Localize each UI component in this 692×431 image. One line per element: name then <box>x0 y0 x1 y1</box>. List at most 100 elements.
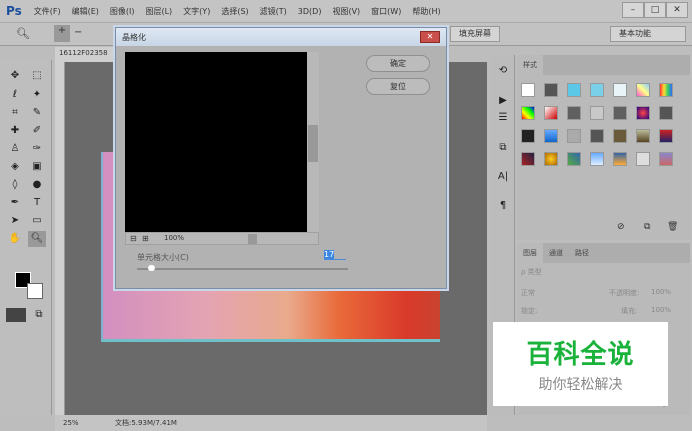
fill-screen-button[interactable]: 填充屏幕 <box>450 26 500 42</box>
style-swatch[interactable] <box>636 106 650 120</box>
tab-paths[interactable]: 路径 <box>569 243 595 263</box>
menu-layer[interactable]: 图层(L) <box>145 6 172 17</box>
gradient-tool-icon[interactable]: ▣ <box>28 159 46 175</box>
style-swatch[interactable] <box>636 129 650 143</box>
style-swatch[interactable] <box>521 83 535 97</box>
zoom-in-preview-icon[interactable]: ⊞ <box>142 234 149 243</box>
layer-filter-select[interactable]: ρ 类型 <box>521 268 542 276</box>
minimize-button[interactable]: – <box>622 2 644 18</box>
style-swatch[interactable] <box>590 106 604 120</box>
tab-channels[interactable]: 通道 <box>543 243 569 263</box>
menu-edit[interactable]: 编辑(E) <box>72 6 99 17</box>
style-swatch[interactable] <box>613 106 627 120</box>
style-swatch[interactable] <box>567 129 581 143</box>
history-icon[interactable]: ⟲ <box>496 65 510 76</box>
background-color[interactable] <box>27 283 43 299</box>
cell-size-input[interactable]: 17 <box>324 250 346 260</box>
menu-image[interactable]: 图像(I) <box>110 6 135 17</box>
shape-tool-icon[interactable]: ▭ <box>28 213 46 229</box>
doc-info[interactable]: 文档:5.93M/7.41M <box>115 418 177 428</box>
healing-brush-icon[interactable]: ✚ <box>6 123 24 139</box>
style-swatch[interactable] <box>590 83 604 97</box>
zoom-tool-icon[interactable]: 🔍︎ <box>16 27 30 40</box>
eyedropper-icon[interactable]: ✎ <box>28 105 46 121</box>
clone-source-icon[interactable]: ⧉ <box>496 142 510 153</box>
cell-size-slider[interactable] <box>137 265 348 271</box>
paragraph-icon[interactable]: ¶ <box>496 200 510 211</box>
brush-tool-icon[interactable]: ✐ <box>28 123 46 139</box>
magic-wand-icon[interactable]: ✦ <box>28 87 46 103</box>
marquee-tool-icon[interactable]: ⬚ <box>28 68 46 84</box>
preview-vertical-scrollbar[interactable] <box>307 52 319 232</box>
new-style-icon[interactable]: ⧉ <box>644 222 650 232</box>
quick-mask-icon[interactable] <box>6 308 26 322</box>
style-swatch[interactable] <box>659 83 673 97</box>
style-swatch[interactable] <box>659 106 673 120</box>
lasso-tool-icon[interactable]: ℓ <box>6 87 24 103</box>
menu-window[interactable]: 窗口(W) <box>371 6 401 17</box>
properties-icon[interactable]: ☰ <box>496 112 510 123</box>
style-swatch[interactable] <box>544 152 558 166</box>
reset-button[interactable]: 复位 <box>366 78 430 95</box>
style-swatch[interactable] <box>567 106 581 120</box>
style-swatch[interactable] <box>659 152 673 166</box>
dodge-tool-icon[interactable]: ● <box>28 177 46 193</box>
eraser-tool-icon[interactable]: ◈ <box>6 159 24 175</box>
zoom-out-icon[interactable]: − <box>74 27 82 38</box>
delete-style-icon[interactable]: 🗑︎ <box>667 222 678 232</box>
path-select-icon[interactable]: ➤ <box>6 213 24 229</box>
menu-select[interactable]: 选择(S) <box>221 6 248 17</box>
opacity-value[interactable]: 100% <box>651 288 671 296</box>
style-swatch[interactable] <box>636 83 650 97</box>
close-button[interactable]: ✕ <box>666 2 688 18</box>
screen-mode-icon[interactable]: ⧉ <box>30 307 48 323</box>
scroll-thumb[interactable] <box>308 125 318 162</box>
style-swatch[interactable] <box>613 129 627 143</box>
clear-style-icon[interactable]: ⊘ <box>617 222 625 232</box>
ok-button[interactable]: 确定 <box>366 55 430 72</box>
document-tab[interactable]: 16112F02358 <box>55 47 118 62</box>
h-scroll-thumb[interactable] <box>248 234 257 244</box>
zoom-tool-icon[interactable]: 🔍︎ <box>28 231 46 247</box>
menu-help[interactable]: 帮助(H) <box>412 6 440 17</box>
character-icon[interactable]: A| <box>496 171 510 182</box>
style-swatch[interactable] <box>521 106 535 120</box>
menu-file[interactable]: 文件(F) <box>34 6 61 17</box>
style-swatch[interactable] <box>636 152 650 166</box>
menu-3d[interactable]: 3D(D) <box>298 7 322 16</box>
tab-layers[interactable]: 图层 <box>517 243 543 263</box>
zoom-out-preview-icon[interactable]: ⊟ <box>130 234 137 243</box>
style-swatch[interactable] <box>544 106 558 120</box>
filter-preview[interactable] <box>125 52 307 232</box>
style-swatch[interactable] <box>590 129 604 143</box>
style-swatch[interactable] <box>613 152 627 166</box>
menu-type[interactable]: 文字(Y) <box>183 6 210 17</box>
history-brush-icon[interactable]: ✑ <box>28 141 46 157</box>
zoom-in-icon[interactable]: + <box>54 25 70 42</box>
style-swatch[interactable] <box>544 129 558 143</box>
style-swatch[interactable] <box>590 152 604 166</box>
stamp-tool-icon[interactable]: ♙ <box>6 141 24 157</box>
actions-play-icon[interactable]: ▶ <box>496 95 510 106</box>
blur-tool-icon[interactable]: ◊ <box>6 177 24 193</box>
type-tool-icon[interactable]: T <box>28 195 46 211</box>
style-swatch[interactable] <box>521 129 535 143</box>
pen-tool-icon[interactable]: ✒ <box>6 195 24 211</box>
dialog-close-button[interactable]: ✕ <box>420 31 440 43</box>
fill-value[interactable]: 100% <box>651 306 671 314</box>
preview-zoom[interactable]: 100% <box>164 234 184 242</box>
blend-mode-select[interactable]: 正常 <box>521 289 535 297</box>
style-swatch[interactable] <box>521 152 535 166</box>
move-tool-icon[interactable]: ✥ <box>6 68 24 84</box>
style-swatch[interactable] <box>544 83 558 97</box>
zoom-level[interactable]: 25% <box>55 419 83 427</box>
tab-styles[interactable]: 样式 <box>517 55 543 75</box>
style-swatch[interactable] <box>659 129 673 143</box>
menu-filter[interactable]: 滤镜(T) <box>260 6 287 17</box>
workspace-select[interactable]: 基本功能 <box>610 26 686 42</box>
crop-tool-icon[interactable]: ⌗ <box>6 105 24 121</box>
slider-handle[interactable] <box>147 265 155 271</box>
menu-view[interactable]: 视图(V) <box>332 6 360 17</box>
style-swatch[interactable] <box>567 152 581 166</box>
style-swatch[interactable] <box>613 83 627 97</box>
